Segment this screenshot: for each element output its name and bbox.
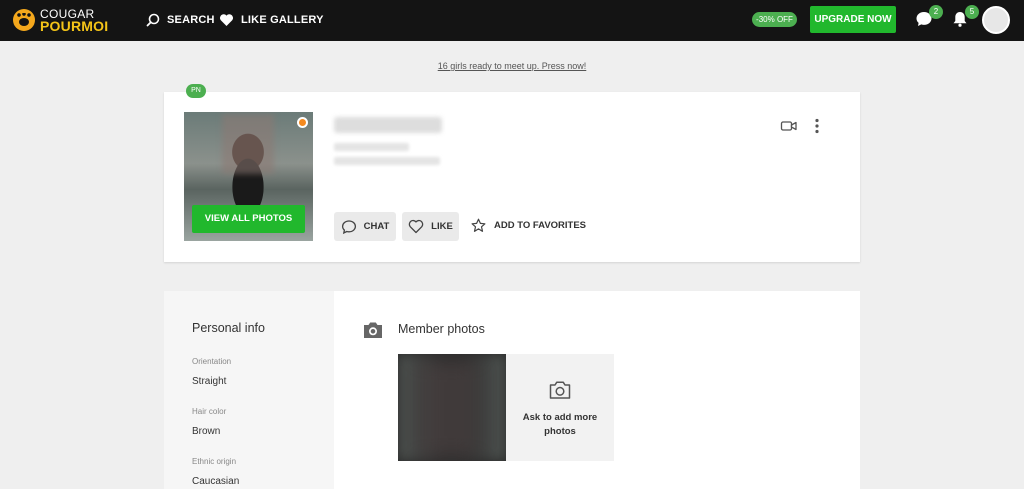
profile-location-blurred: [334, 157, 440, 165]
hair-color-value: Brown: [192, 426, 221, 437]
personal-info-panel: Personal info Orientation Straight Hair …: [164, 291, 334, 489]
top-navigation-bar: COUGAR POURMOI SEARCH LIKE GALLERY -30% …: [0, 0, 1024, 41]
nav-search-label: SEARCH: [167, 14, 215, 26]
profile-details-blurred: [334, 143, 409, 151]
view-all-photos-button[interactable]: VIEW ALL PHOTOS: [192, 205, 305, 233]
member-photo-thumbnail[interactable]: [398, 354, 506, 461]
add-to-favorites-button[interactable]: ADD TO FAVORITES: [471, 218, 586, 233]
messages-count-badge: 2: [929, 5, 943, 19]
pn-badge: PN: [186, 84, 206, 98]
search-icon: [146, 13, 160, 27]
more-vert-icon[interactable]: [814, 118, 820, 134]
chat-bubble-icon: [341, 219, 356, 234]
notifications-count-badge: 5: [965, 5, 979, 19]
user-avatar[interactable]: [982, 6, 1010, 34]
nav-like-gallery[interactable]: LIKE GALLERY: [219, 12, 324, 28]
camera-icon: [364, 322, 382, 338]
ethnic-origin-value: Caucasian: [192, 476, 240, 487]
logo-text-bottom: POURMOI: [40, 18, 109, 34]
hair-color-label: Hair color: [192, 407, 227, 416]
notifications-button[interactable]: 5: [951, 5, 979, 30]
nav-like-gallery-label: LIKE GALLERY: [241, 14, 324, 26]
camera-outline-icon: [549, 381, 571, 399]
photo-blur-area: [222, 114, 274, 174]
profile-name-blurred: [334, 117, 442, 133]
photo-blur-figure: [418, 359, 478, 459]
ask-more-photos-label: Ask to add more photos: [522, 412, 598, 437]
profile-card: VIEW ALL PHOTOS CHAT LIKE ADD TO FAVORIT…: [164, 92, 860, 262]
heart-icon: [219, 14, 234, 26]
add-to-favorites-label: ADD TO FAVORITES: [494, 220, 587, 231]
member-photos-title: Member photos: [398, 322, 485, 336]
like-button[interactable]: LIKE: [402, 212, 459, 241]
profile-details-section: Personal info Orientation Straight Hair …: [164, 291, 860, 489]
like-button-label: LIKE: [431, 221, 453, 232]
upgrade-now-button[interactable]: UPGRADE NOW: [810, 6, 896, 33]
site-logo[interactable]: COUGAR POURMOI: [13, 8, 133, 34]
paw-logo-icon: [13, 9, 35, 31]
orientation-value: Straight: [192, 376, 227, 387]
star-outline-icon: [471, 218, 486, 232]
ask-more-photos-button[interactable]: Ask to add more photos: [506, 354, 614, 461]
nav-search[interactable]: SEARCH: [146, 12, 215, 28]
orientation-label: Orientation: [192, 357, 232, 366]
chat-button[interactable]: CHAT: [334, 212, 396, 241]
promo-link[interactable]: 16 girls ready to meet up. Press now!: [0, 61, 1024, 71]
discount-badge: -30% OFF: [752, 12, 797, 27]
messages-button[interactable]: 2: [915, 5, 943, 30]
online-status-indicator: [297, 117, 308, 128]
chat-button-label: CHAT: [363, 221, 390, 232]
personal-info-title: Personal info: [192, 321, 265, 335]
heart-outline-icon: [408, 219, 424, 234]
video-camera-icon[interactable]: [780, 119, 798, 133]
ethnic-origin-label: Ethnic origin: [192, 457, 237, 466]
